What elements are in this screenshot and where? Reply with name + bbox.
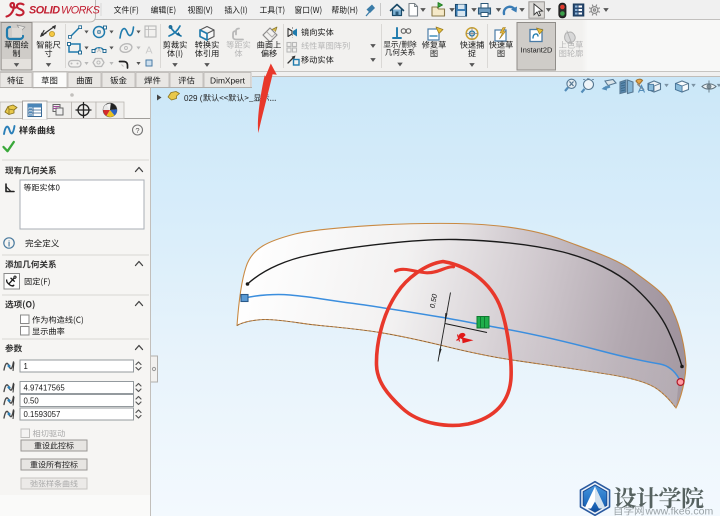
- svg-text:1: 1: [24, 362, 28, 371]
- svg-text:029 (: 029 (: [184, 94, 203, 103]
- svg-text:DimXpert: DimXpert: [210, 76, 246, 86]
- svg-text:Instant2D: Instant2D: [521, 46, 553, 55]
- svg-text:0.1593057: 0.1593057: [24, 410, 61, 419]
- svg-text:A: A: [146, 45, 153, 57]
- svg-text:0.50: 0.50: [24, 397, 40, 406]
- svg-text:SOLID: SOLID: [29, 5, 60, 17]
- svg-text:?: ?: [135, 126, 139, 135]
- svg-text:4.97417565: 4.97417565: [24, 384, 66, 393]
- svg-text:www.fke6.com: www.fke6.com: [645, 506, 714, 516]
- svg-text:i: i: [8, 239, 10, 249]
- svg-text:WORKS: WORKS: [61, 5, 101, 17]
